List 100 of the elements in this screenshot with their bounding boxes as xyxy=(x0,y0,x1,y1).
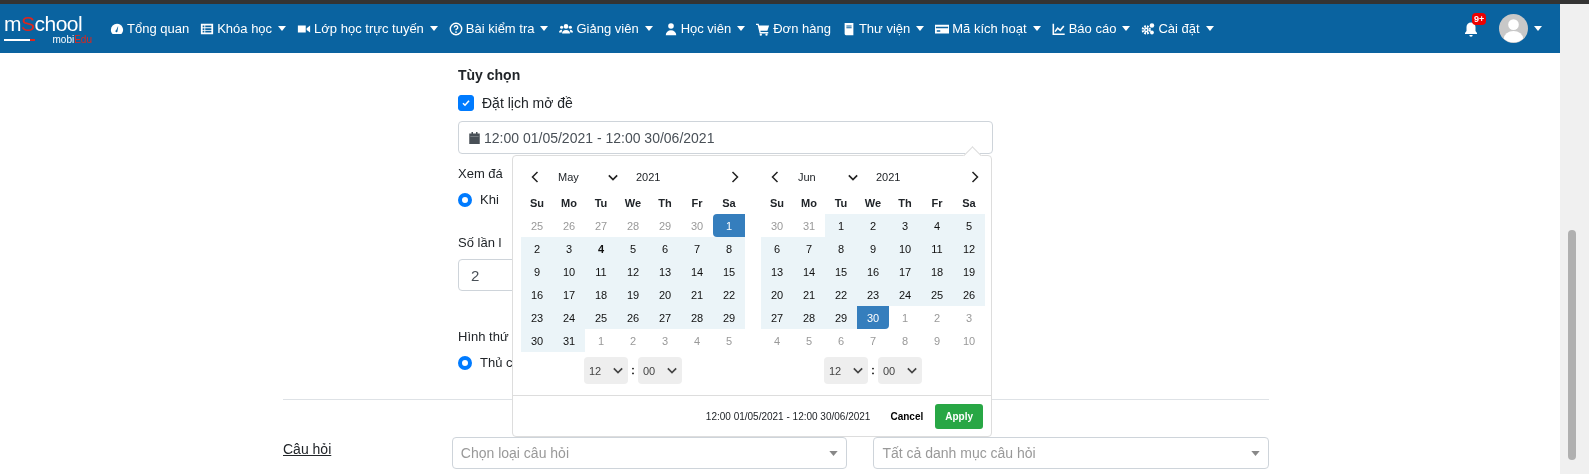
nav-menu-item[interactable]: Báo cáo xyxy=(1051,21,1131,36)
calendar-day[interactable]: 11 xyxy=(921,237,953,260)
calendar-day[interactable]: 27 xyxy=(761,306,793,329)
calendar-day[interactable]: 30 xyxy=(857,306,889,329)
calendar-day[interactable]: 20 xyxy=(761,283,793,306)
nav-menu-item[interactable]: Tổng quan xyxy=(110,21,190,36)
nav-menu-item[interactable]: Bài kiểm tra xyxy=(448,21,549,36)
calendar-day[interactable]: 7 xyxy=(681,237,713,260)
calendar-day[interactable]: 23 xyxy=(857,283,889,306)
weekday-label: Su xyxy=(768,195,786,211)
weekday-label: Sa xyxy=(961,195,977,211)
calendar-day[interactable]: 16 xyxy=(857,260,889,283)
calendar-day[interactable]: 24 xyxy=(889,283,921,306)
nav-menu-item[interactable]: Đơn hàng xyxy=(756,21,831,36)
chevron-right-icon xyxy=(731,171,739,183)
checkbox[interactable] xyxy=(458,95,474,111)
calendar-day[interactable]: 13 xyxy=(649,260,681,283)
nav-menu-item[interactable]: Khóa học xyxy=(200,21,287,36)
calendar-day[interactable]: 21 xyxy=(793,283,825,306)
calendar-day[interactable]: 19 xyxy=(617,283,649,306)
calendar-day[interactable]: 16 xyxy=(521,283,553,306)
calendar-day[interactable]: 3 xyxy=(889,214,921,237)
month-select[interactable]: May xyxy=(558,171,618,183)
hour-select[interactable]: 12 xyxy=(824,357,868,384)
nav-menu-item[interactable]: Mã kích hoạt xyxy=(935,21,1041,36)
nav-menu-item[interactable]: Lớp học trực tuyến xyxy=(297,21,438,36)
minute-select[interactable]: 00 xyxy=(878,357,922,384)
calendar-day[interactable]: 18 xyxy=(585,283,617,306)
calendar-day[interactable]: 6 xyxy=(649,237,681,260)
calendar-day[interactable]: 9 xyxy=(521,260,553,283)
calendar-day[interactable]: 13 xyxy=(761,260,793,283)
minute-select[interactable]: 00 xyxy=(638,357,682,384)
chevron-left-icon xyxy=(531,171,539,183)
calendar-day[interactable]: 8 xyxy=(713,237,745,260)
calendar-day[interactable]: 28 xyxy=(681,306,713,329)
calendar-day[interactable]: 31 xyxy=(553,329,585,352)
calendar-day[interactable]: 29 xyxy=(713,306,745,329)
calendar-day[interactable]: 20 xyxy=(649,283,681,306)
weekday-label: Tu xyxy=(833,195,849,211)
calendar-day[interactable]: 22 xyxy=(713,283,745,306)
calendar-day[interactable]: 26 xyxy=(953,283,985,306)
scrollbar[interactable] xyxy=(1560,4,1589,474)
calendar-day[interactable]: 5 xyxy=(953,214,985,237)
calendar-day[interactable]: 4 xyxy=(921,214,953,237)
bell-icon xyxy=(1463,20,1479,37)
month-select[interactable]: Jun xyxy=(798,171,858,183)
radio-button[interactable] xyxy=(458,355,472,370)
nav-menu-item[interactable]: Giảng viên xyxy=(559,21,653,36)
calendar-day[interactable]: 30 xyxy=(521,329,553,352)
radio-button[interactable] xyxy=(458,192,472,207)
questions-link[interactable]: Câu hỏi xyxy=(283,441,452,457)
nav-menu-item[interactable]: Thư viện xyxy=(841,21,925,36)
field-label: Xem đá xyxy=(458,166,503,181)
calendar-day[interactable]: 19 xyxy=(953,260,985,283)
calendar-day[interactable]: 10 xyxy=(889,237,921,260)
hour-select[interactable]: 12 xyxy=(584,357,628,384)
calendar-day[interactable]: 4 xyxy=(585,237,617,260)
calendar-day[interactable]: 25 xyxy=(585,306,617,329)
caret-icon xyxy=(916,26,925,31)
calendar-day[interactable]: 8 xyxy=(825,237,857,260)
calendar-day[interactable]: 22 xyxy=(825,283,857,306)
calendar-day[interactable]: 12 xyxy=(617,260,649,283)
logo[interactable]: mSchool mobiEdu xyxy=(4,12,92,45)
calendar-day[interactable]: 28 xyxy=(793,306,825,329)
year-select[interactable]: 2021 xyxy=(876,171,901,183)
year-select[interactable]: 2021 xyxy=(636,171,661,183)
line-chart-icon xyxy=(1051,21,1066,36)
calendar-day[interactable]: 26 xyxy=(617,306,649,329)
chevron-down-icon xyxy=(613,367,623,374)
calendar-day[interactable]: 24 xyxy=(553,306,585,329)
calendar-day[interactable]: 2 xyxy=(857,214,889,237)
cancel-button[interactable]: Cancel xyxy=(884,404,930,428)
nav-menu-item[interactable]: Học viên xyxy=(663,21,746,36)
calendar-day[interactable]: 15 xyxy=(825,260,857,283)
calendar-day[interactable]: 6 xyxy=(761,237,793,260)
calendar-day[interactable]: 10 xyxy=(553,260,585,283)
date-range-field[interactable]: 12:00 01/05/2021 - 12:00 30/06/2021 xyxy=(458,121,993,154)
calendar-day[interactable]: 12 xyxy=(953,237,985,260)
user-menu-button[interactable] xyxy=(1499,14,1542,43)
calendar-day[interactable]: 5 xyxy=(617,237,649,260)
chevron-down-icon xyxy=(667,367,677,374)
calendar-day[interactable]: 1 xyxy=(713,214,745,237)
calendar-day[interactable]: 11 xyxy=(585,260,617,283)
calendar-day[interactable]: 23 xyxy=(521,306,553,329)
calendar-day[interactable]: 17 xyxy=(553,283,585,306)
nav-menu-item[interactable]: Cài đặt xyxy=(1141,21,1214,36)
calendar-day[interactable]: 21 xyxy=(681,283,713,306)
calendar-day[interactable]: 17 xyxy=(889,260,921,283)
calendar-day[interactable]: 7 xyxy=(793,237,825,260)
calendar-day[interactable]: 14 xyxy=(793,260,825,283)
calendar-day[interactable]: 9 xyxy=(857,237,889,260)
calendar-day[interactable]: 1 xyxy=(825,214,857,237)
calendar-day[interactable]: 2 xyxy=(521,237,553,260)
calendar-day[interactable]: 18 xyxy=(921,260,953,283)
calendar-day[interactable]: 29 xyxy=(825,306,857,329)
calendar-day[interactable]: 15 xyxy=(713,260,745,283)
calendar-day[interactable]: 25 xyxy=(921,283,953,306)
calendar-day[interactable]: 14 xyxy=(681,260,713,283)
calendar-day[interactable]: 27 xyxy=(649,306,681,329)
calendar-day[interactable]: 3 xyxy=(553,237,585,260)
